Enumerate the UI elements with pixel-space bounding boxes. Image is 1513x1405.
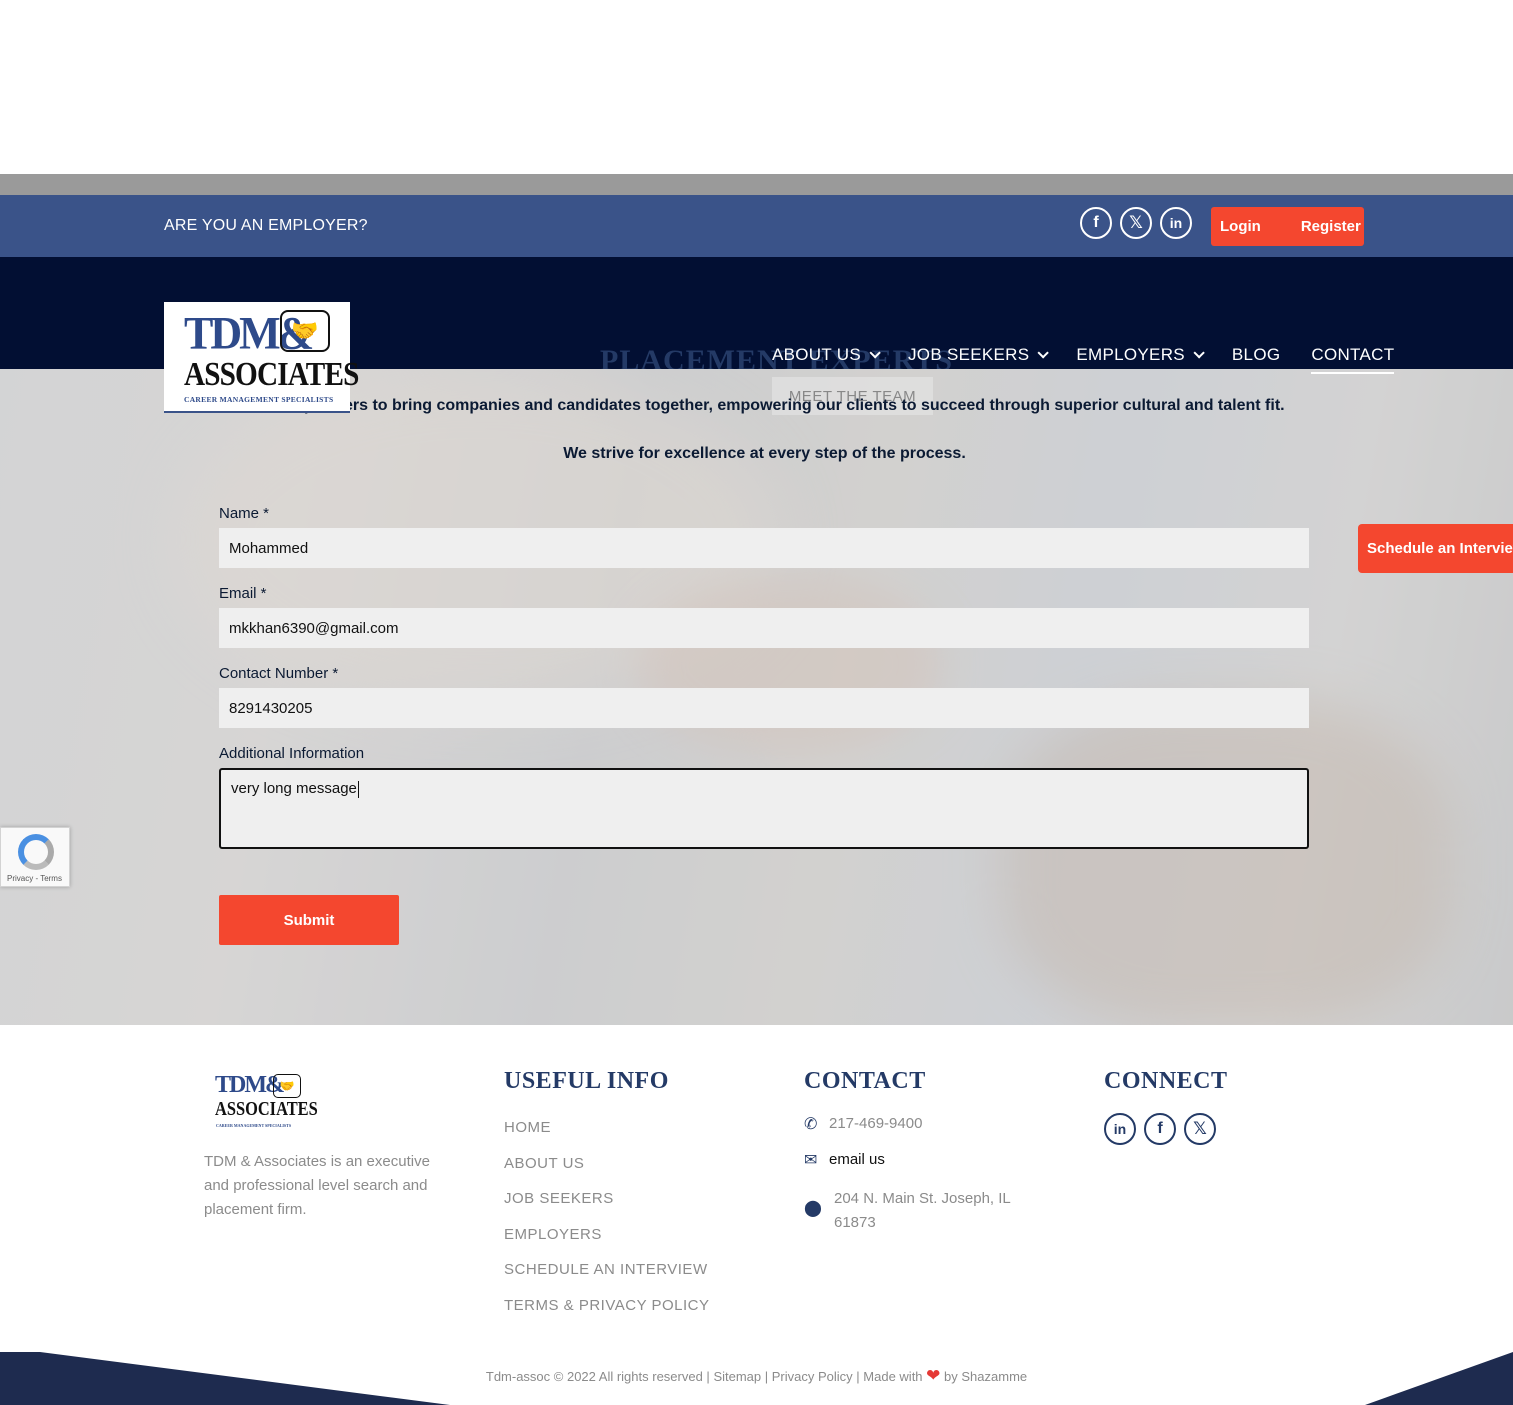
logo-tagline: CAREER MANAGEMENT SPECIALISTS: [184, 395, 334, 404]
footer-logo-line2: ASSOCIATES: [215, 1098, 318, 1120]
nav-employers[interactable]: EMPLOYERS: [1076, 342, 1205, 368]
recaptcha-links[interactable]: Privacy - Terms: [7, 874, 62, 883]
location-pin-icon: ⬤: [804, 1200, 822, 1217]
nav-about-us[interactable]: ABOUT US: [772, 342, 881, 368]
nav-about-us-label: ABOUT US: [772, 345, 861, 364]
chevron-down-icon: [1193, 347, 1205, 359]
additional-info-textarea[interactable]: very long message: [219, 768, 1309, 849]
facebook-icon[interactable]: f: [1144, 1113, 1176, 1145]
logo-line2: ASSOCIATES: [184, 356, 359, 393]
social-links-top: f 𝕏 in: [1080, 207, 1192, 239]
intro-tagline: We strive for excellence at every step o…: [563, 445, 966, 462]
email-field[interactable]: mkkhan6390@gmail.com: [219, 608, 1309, 648]
textarea-value: very long message: [231, 780, 357, 797]
made-with-text: Made with: [863, 1369, 923, 1384]
facebook-icon[interactable]: f: [1080, 207, 1112, 239]
nav-blog-label: BLOG: [1231, 345, 1281, 364]
footer-logo[interactable]: TDM& 🤝 ASSOCIATES CAREER MANAGEMENT SPEC…: [215, 1072, 318, 1130]
info-label: Additional Information: [219, 745, 365, 762]
page: ARE YOU AN EMPLOYER? f 𝕏 in Login Regist…: [0, 0, 1513, 1405]
phone-text: 217-469-9400: [829, 1115, 923, 1132]
phone-field[interactable]: 8291430205: [219, 688, 1309, 728]
email-link: email us: [829, 1151, 885, 1168]
linkedin-icon[interactable]: in: [1160, 207, 1192, 239]
contact-form: Name * Mohammed Email * mkkhan6390@gmail…: [219, 504, 1309, 849]
contact-phone[interactable]: ✆ 217-469-9400: [804, 1115, 922, 1135]
register-button[interactable]: Register: [1301, 218, 1361, 235]
chevron-down-icon: [869, 347, 881, 359]
copyright-text: Tdm-assoc © 2022 All rights reserved |: [485, 1369, 710, 1384]
nav-contact-label: CONTACT: [1311, 345, 1395, 364]
gray-strip: [0, 174, 1513, 195]
employer-link[interactable]: ARE YOU AN EMPLOYER?: [164, 217, 368, 235]
connect-heading: CONNECT: [1104, 1068, 1228, 1094]
footer-about-text: TDM & Associates is an executive and pro…: [204, 1153, 430, 1218]
contact-email[interactable]: ✉ email us: [804, 1151, 885, 1171]
shazamme-link[interactable]: by Shazamme: [944, 1369, 1027, 1384]
useful-info-heading: USEFUL INFO: [504, 1068, 669, 1094]
login-button[interactable]: Login: [1220, 218, 1261, 235]
nav-contact[interactable]: CONTACT: [1311, 342, 1395, 374]
footer-link-home[interactable]: HOME: [504, 1117, 710, 1153]
linkedin-icon[interactable]: in: [1104, 1113, 1136, 1145]
handshake-icon: 🤝: [280, 310, 330, 352]
footer-link-schedule[interactable]: SCHEDULE AN INTERVIEW: [504, 1259, 710, 1295]
nav-job-seekers-label: JOB SEEKERS: [908, 345, 1030, 364]
utility-bar: ARE YOU AN EMPLOYER? f 𝕏 in Login Regist…: [0, 195, 1513, 257]
phone-label: Contact Number *: [219, 665, 339, 682]
chevron-down-icon: [1037, 347, 1050, 359]
schedule-interview-tab[interactable]: Schedule an Interview: [1358, 524, 1513, 573]
heart-icon: ❤: [926, 1366, 941, 1385]
nav-employers-label: EMPLOYERS: [1076, 345, 1185, 364]
footer-link-about-us[interactable]: ABOUT US: [504, 1153, 710, 1189]
text-cursor: [357, 780, 359, 798]
useful-links: HOME ABOUT US JOB SEEKERS EMPLOYERS SCHE…: [504, 1117, 710, 1330]
nav-job-seekers[interactable]: JOB SEEKERS: [908, 342, 1050, 368]
connect-social-links: in f 𝕏: [1104, 1113, 1216, 1145]
name-label: Name *: [219, 505, 270, 522]
copyright-bar: Tdm-assoc © 2022 All rights reserved | S…: [485, 1366, 1028, 1385]
x-icon[interactable]: 𝕏: [1184, 1113, 1216, 1145]
submit-button[interactable]: Submit: [219, 895, 399, 945]
contact-address: ⬤ 204 N. Main St. Joseph, IL 61873: [804, 1187, 1024, 1235]
nav-blog[interactable]: BLOG: [1232, 342, 1280, 368]
mail-icon: ✉: [804, 1152, 818, 1169]
sitemap-link[interactable]: Sitemap: [713, 1369, 761, 1384]
footer-link-terms[interactable]: TERMS & PRIVACY POLICY: [504, 1295, 710, 1331]
privacy-policy-link[interactable]: Privacy Policy: [772, 1369, 853, 1384]
footer-logo-tagline: CAREER MANAGEMENT SPECIALISTS: [216, 1123, 292, 1128]
footer-link-job-seekers[interactable]: JOB SEEKERS: [504, 1188, 710, 1224]
handshake-icon: 🤝: [273, 1074, 301, 1098]
site-logo[interactable]: TDM& 🤝 ASSOCIATES CAREER MANAGEMENT SPEC…: [164, 302, 359, 413]
name-field[interactable]: Mohammed: [219, 528, 1309, 568]
auth-buttons: Login Register: [1211, 207, 1364, 246]
contact-heading: CONTACT: [804, 1068, 926, 1094]
address-text: 204 N. Main St. Joseph, IL 61873: [834, 1190, 1011, 1231]
recaptcha-badge[interactable]: Privacy - Terms: [0, 827, 70, 887]
x-icon[interactable]: 𝕏: [1120, 207, 1152, 239]
phone-icon: ✆: [804, 1116, 818, 1133]
footer-link-employers[interactable]: EMPLOYERS: [504, 1224, 710, 1260]
main-nav: ABOUT US JOB SEEKERS EMPLOYERS BLOG CONT…: [772, 342, 1395, 374]
recaptcha-icon: [18, 834, 54, 870]
email-label: Email *: [219, 585, 267, 602]
